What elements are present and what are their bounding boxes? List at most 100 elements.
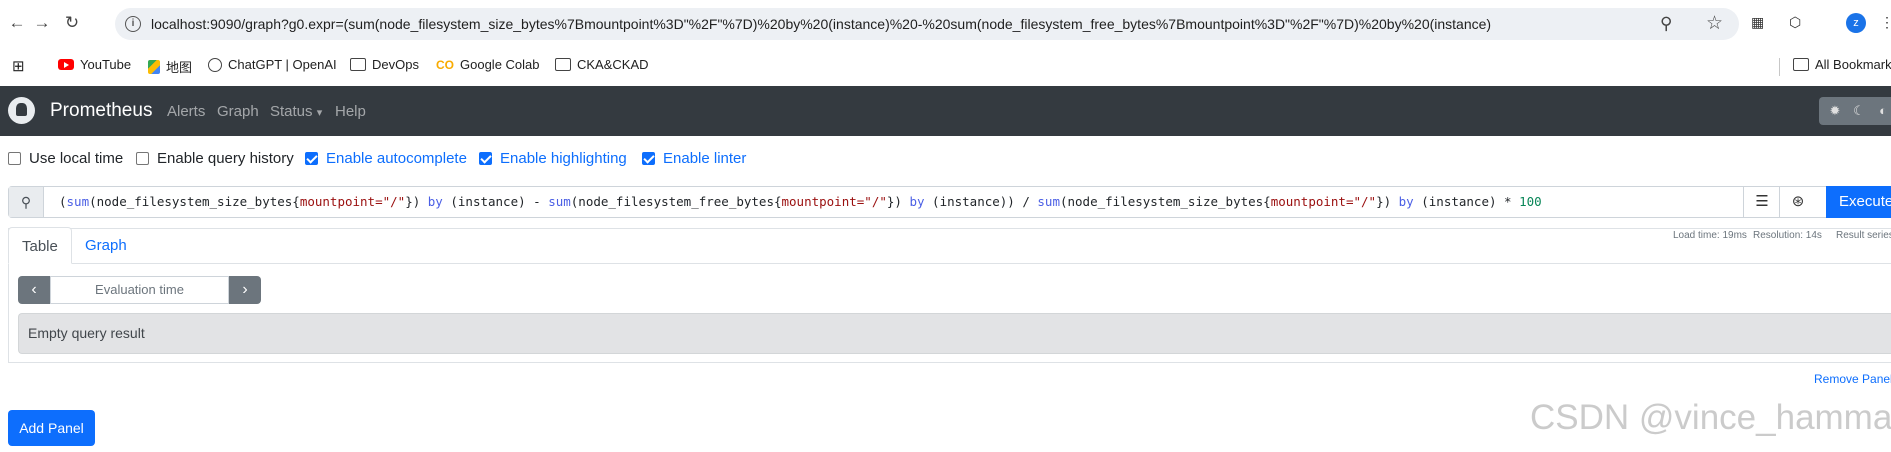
folder-icon (1793, 58, 1809, 71)
half-circle-icon[interactable]: ◐ (1873, 101, 1891, 121)
enable-autocomplete-checkbox[interactable] (305, 152, 318, 165)
browser-toolbar: ← → ↻ i localhost:9090/graph?g0.expr=(su… (0, 0, 1891, 44)
bookmark-cka-ckad[interactable]: CKA&CKAD (555, 57, 649, 72)
folder-icon (555, 58, 571, 71)
moon-icon[interactable]: ☾ (1849, 101, 1869, 121)
enable-autocomplete-option[interactable]: Enable autocomplete (305, 150, 467, 167)
metrics-explorer-icon[interactable]: ⊛ (1779, 187, 1816, 217)
expr-token: sum (1037, 194, 1060, 209)
enable-linter-checkbox[interactable] (642, 152, 655, 165)
evaluation-time-input[interactable]: Evaluation time (50, 276, 229, 304)
option-label: Enable query history (157, 150, 294, 167)
eval-time-prev-button[interactable]: ‹ (18, 276, 50, 304)
bookmark-label: ChatGPT | OpenAI (228, 57, 337, 72)
brand-title[interactable]: Prometheus (50, 100, 152, 122)
expr-token: (node_filesystem_size_bytes{ (89, 194, 300, 209)
bookmark-chatgpt[interactable]: ChatGPT | OpenAI (208, 57, 337, 72)
expr-token: mountpoint= (1270, 194, 1354, 209)
format-expression-icon[interactable]: ☰ (1743, 187, 1780, 217)
remove-panel-link[interactable]: Remove Panel (1814, 372, 1891, 386)
caret-down-icon: ▾ (316, 107, 323, 119)
nav-help[interactable]: Help (335, 103, 366, 120)
add-panel-button[interactable]: Add Panel (8, 410, 95, 446)
expression-input[interactable]: (sum(node_filesystem_size_bytes{mountpoi… (59, 194, 1542, 209)
use-local-time-checkbox[interactable] (8, 152, 21, 165)
expr-token: 100 (1519, 194, 1542, 209)
use-local-time-option[interactable]: Use local time (8, 150, 123, 167)
sun-icon[interactable]: ✹ (1825, 101, 1845, 121)
expr-token: }) (405, 194, 428, 209)
openai-icon (208, 57, 222, 72)
expr-token: (instance) * (1413, 194, 1520, 209)
bookmark-label: Google Colab (460, 57, 540, 72)
expr-token: mountpoint= (299, 194, 383, 209)
bookmarks-divider (1779, 58, 1780, 76)
expr-token: ( (59, 194, 67, 209)
expr-token: "/" (382, 194, 406, 209)
enable-linter-option[interactable]: Enable linter (642, 150, 746, 167)
zoom-icon[interactable]: ⚲ (1660, 14, 1672, 34)
nav-alerts[interactable]: Alerts (167, 103, 205, 120)
enable-query-history-checkbox[interactable] (136, 152, 149, 165)
forward-icon[interactable]: → (31, 12, 53, 34)
bookmark-colab[interactable]: CO Google Colab (436, 57, 540, 72)
prometheus-logo-icon[interactable] (8, 97, 35, 124)
browser-menu-icon[interactable]: ⋮ (1880, 14, 1891, 31)
profile-avatar[interactable]: z (1846, 13, 1866, 33)
result-series: Result series (1836, 230, 1891, 241)
bookmark-youtube[interactable]: YouTube (58, 57, 131, 72)
bookmark-maps[interactable]: 地图 (148, 57, 192, 76)
bookmark-label: 地图 (166, 60, 193, 75)
expression-input-group: ⚲ (sum(node_filesystem_size_bytes{mountp… (8, 186, 1891, 218)
expr-token: sum (548, 194, 571, 209)
expr-token: "/" (1353, 194, 1377, 209)
all-bookmarks[interactable]: All Bookmarks (1793, 57, 1891, 72)
expr-token: sum (66, 194, 90, 209)
colab-icon: CO (436, 57, 454, 72)
maps-icon (148, 59, 160, 74)
folder-icon (350, 58, 366, 71)
reload-icon[interactable]: ↻ (61, 12, 83, 34)
nav-status[interactable]: Status ▾ (270, 103, 322, 120)
youtube-icon (58, 59, 74, 70)
back-icon[interactable]: ← (6, 12, 28, 34)
bookmark-label: DevOps (372, 57, 419, 72)
load-time: Load time: 19ms (1673, 230, 1747, 241)
watermark: CSDN @vince_hamma (1530, 398, 1891, 437)
bookmark-label: CKA&CKAD (577, 57, 649, 72)
search-icon: ⚲ (9, 187, 44, 217)
url-text[interactable]: localhost:9090/graph?g0.expr=(sum(node_f… (151, 16, 1491, 32)
tab-graph[interactable]: Graph (72, 227, 140, 264)
chevron-left-icon: ‹ (31, 281, 37, 298)
extension-icon[interactable]: ▦ (1751, 14, 1764, 31)
extensions-puzzle-icon[interactable]: ⬡ (1789, 14, 1801, 31)
address-bar[interactable]: i localhost:9090/graph?g0.expr=(sum(node… (115, 8, 1739, 40)
chevron-right-icon: › (242, 281, 248, 298)
bookmark-label: YouTube (80, 57, 132, 72)
empty-result-alert: Empty query result (18, 313, 1891, 354)
prometheus-navbar: Prometheus Alerts Graph Status ▾ Help ✹ … (0, 86, 1891, 136)
bookmark-star-icon[interactable]: ☆ (1706, 12, 1723, 35)
option-label: Enable autocomplete (326, 150, 467, 167)
resolution: Resolution: 14s (1753, 230, 1822, 241)
eval-time-next-button[interactable]: › (229, 276, 261, 304)
apps-icon[interactable]: ⊞ (12, 57, 25, 75)
option-label: Use local time (29, 150, 124, 167)
expr-token: }) (1376, 194, 1399, 209)
enable-highlighting-option[interactable]: Enable highlighting (479, 150, 627, 167)
execute-button[interactable]: Execute (1826, 186, 1891, 218)
nav-graph[interactable]: Graph (217, 103, 259, 120)
enable-query-history-option[interactable]: Enable query history (136, 150, 294, 167)
site-info-icon[interactable]: i (125, 16, 141, 32)
bookmark-devops[interactable]: DevOps (350, 57, 419, 72)
enable-highlighting-checkbox[interactable] (479, 152, 492, 165)
expr-token: "/" (864, 194, 887, 209)
tab-table[interactable]: Table (8, 227, 72, 264)
all-bookmarks-label: All Bookmarks (1815, 57, 1891, 72)
nav-status-label: Status (270, 103, 313, 120)
bookmarks-bar: ⊞ YouTube 地图 ChatGPT | OpenAI DevOps CO … (0, 44, 1891, 86)
expr-token: by (427, 194, 443, 209)
expr-token: }) (886, 194, 910, 209)
tabs-divider (8, 263, 1891, 264)
expr-token: (instance) - (442, 194, 549, 209)
